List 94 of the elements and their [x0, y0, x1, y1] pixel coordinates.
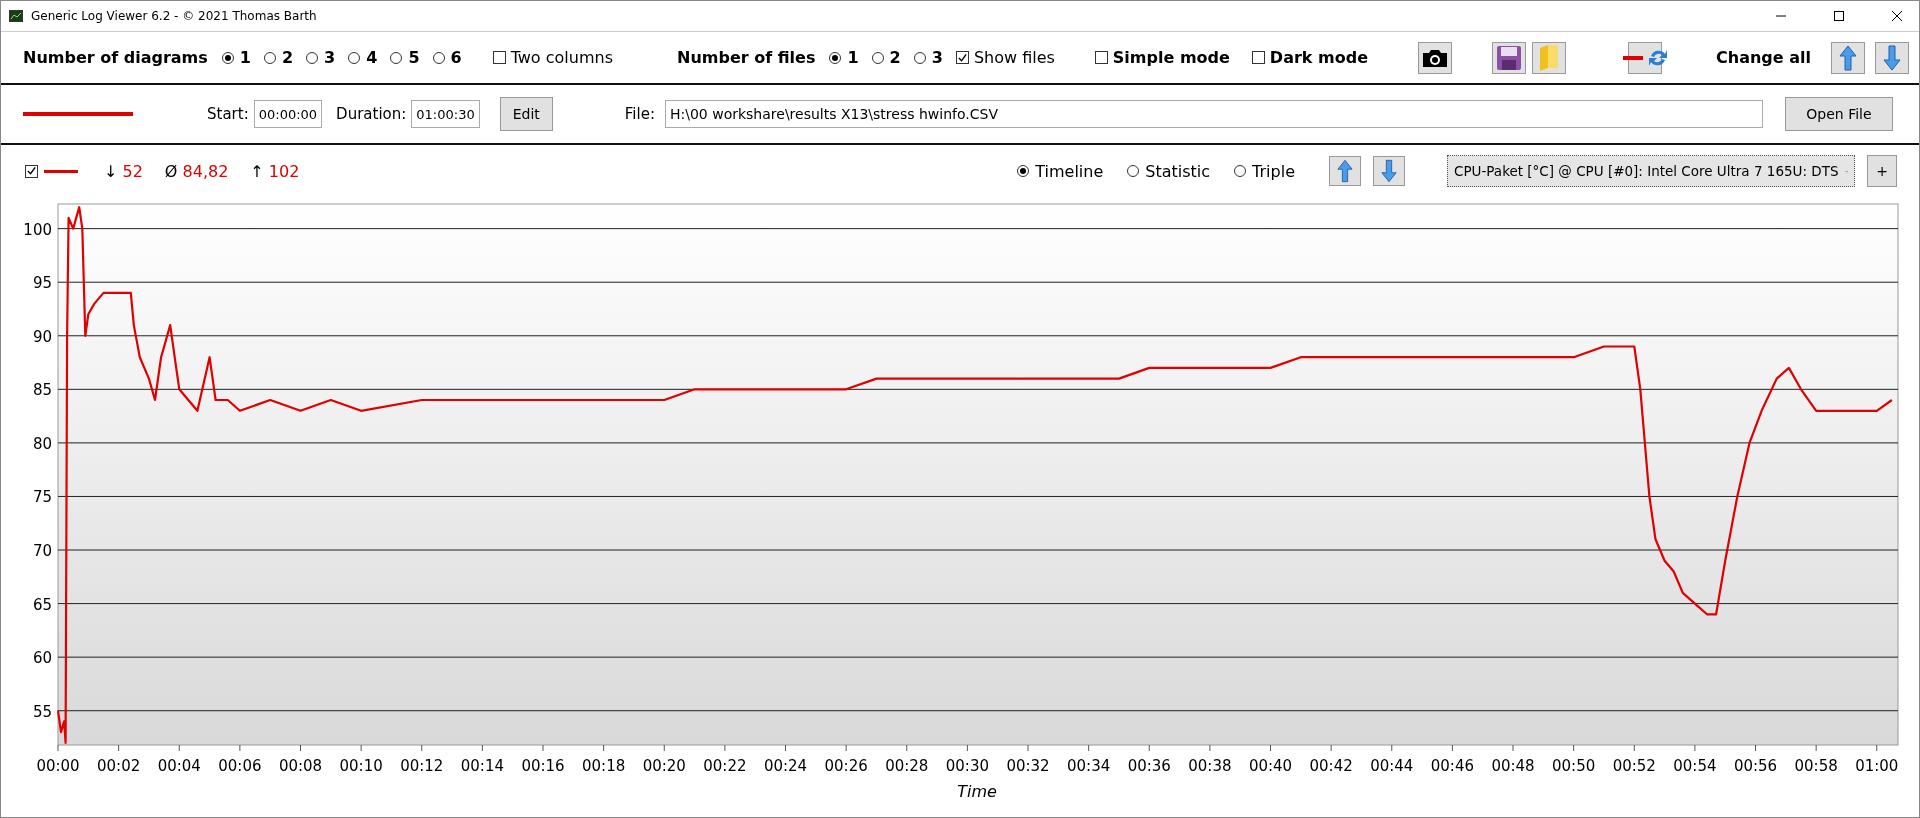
checkmark-icon [956, 51, 968, 64]
move-up-button[interactable] [1329, 156, 1361, 186]
folder-icon [1538, 43, 1560, 72]
x-tick-label: 00:18 [582, 757, 626, 775]
y-tick-label: 60 [32, 649, 52, 668]
files-label: Number of files [677, 48, 816, 67]
x-tick-label: 00:40 [1248, 757, 1293, 775]
x-axis-title: Time [957, 782, 997, 801]
y-tick-label: 75 [32, 488, 52, 507]
open-folder-button[interactable] [1532, 41, 1566, 74]
camera-icon [1421, 47, 1449, 68]
diagram-count-radio[interactable]: 1 [221, 48, 251, 67]
file-count-radio[interactable]: 1 [829, 48, 859, 67]
maximize-icon[interactable] [1833, 10, 1845, 22]
x-tick-label: 00:16 [521, 757, 565, 775]
x-tick-label: 00:26 [824, 757, 868, 775]
arrow-down-icon [1883, 44, 1901, 71]
x-tick-label: 00:06 [218, 757, 262, 775]
y-tick-label: 55 [32, 702, 52, 721]
duration-field[interactable]: 01:00:30 [411, 100, 480, 128]
y-tick-label: 85 [32, 381, 52, 400]
y-tick-label: 95 [32, 274, 52, 293]
simple-mode-checkbox[interactable]: Simple mode [1094, 48, 1230, 67]
x-tick-label: 00:24 [763, 757, 808, 775]
x-tick-label: 00:10 [339, 757, 383, 775]
series-checkbox[interactable] [25, 164, 38, 178]
x-tick-label: 00:14 [460, 757, 504, 775]
x-tick-label: 00:32 [1006, 757, 1050, 775]
diagram-count-radio[interactable]: 5 [390, 48, 420, 67]
x-tick-label: 00:46 [1430, 757, 1474, 775]
arrow-down-icon [1381, 159, 1397, 183]
app-icon [9, 10, 23, 22]
save-button[interactable] [1492, 41, 1526, 74]
x-tick-label: 00:36 [1127, 757, 1171, 775]
file-count-radio[interactable]: 3 [913, 48, 943, 67]
x-tick-label: 00:00 [36, 757, 80, 775]
arrow-up-icon [1839, 44, 1857, 71]
x-tick-label: 00:54 [1673, 757, 1717, 775]
diagram-count-radio[interactable]: 6 [432, 48, 462, 67]
y-tick-label: 65 [32, 595, 52, 614]
x-tick-label: 00:12 [400, 757, 444, 775]
move-up-button[interactable] [1831, 41, 1865, 74]
file-label: File: [624, 105, 655, 123]
diagram-count-radio[interactable]: 4 [348, 48, 378, 67]
x-tick-label: 00:58 [1794, 757, 1838, 775]
start-field[interactable]: 00:00:00 [253, 100, 323, 128]
file-count-radio[interactable]: 2 [871, 48, 901, 67]
x-tick-label: 00:44 [1370, 757, 1414, 775]
view-radio[interactable]: Triple [1234, 161, 1295, 181]
diagram-count-radio[interactable]: 2 [263, 48, 294, 67]
x-tick-label: 00:38 [1188, 757, 1232, 775]
x-tick-label: 00:48 [1491, 757, 1535, 775]
move-down-button[interactable] [1373, 156, 1405, 186]
x-tick-label: 00:28 [885, 757, 929, 775]
x-tick-label: 00:56 [1733, 757, 1778, 775]
start-label: Start: [207, 105, 249, 123]
x-tick-label: 00:20 [642, 757, 686, 775]
move-down-button[interactable] [1875, 41, 1909, 74]
diagrams-label: Number of diagrams [23, 48, 208, 67]
y-tick-label: 70 [32, 542, 52, 561]
show-files-checkbox[interactable]: Show files [955, 48, 1055, 67]
x-tick-label: 00:30 [945, 757, 989, 775]
view-radio[interactable]: Statistic [1127, 161, 1211, 181]
file-path-field[interactable]: H:\00 workshare\results X13\stress hwinfo.CSV [664, 100, 1763, 128]
maximum-value: ↑ 102 [250, 161, 300, 181]
minimum-value: ↓ 52 [104, 161, 143, 181]
x-tick-label: 00:04 [157, 757, 201, 775]
x-tick-label: 00:52 [1612, 757, 1656, 775]
y-tick-label: 100 [23, 220, 52, 239]
x-tick-label: 00:22 [703, 757, 747, 775]
y-tick-label: 80 [32, 434, 52, 453]
view-radio[interactable]: Timeline [1017, 161, 1104, 181]
change-all-label: Change all [1716, 48, 1811, 67]
x-tick-label: 00:08 [278, 757, 323, 775]
x-tick-label: 01:00 [1855, 757, 1899, 775]
checkmark-icon [26, 165, 37, 177]
y-tick-label: 90 [32, 327, 52, 346]
window-title: Generic Log Viewer 6.2 - © 2021 Thomas Barth [31, 9, 317, 23]
x-tick-label: 00:34 [1067, 757, 1111, 775]
x-tick-label: 00:02 [97, 757, 141, 775]
channel-dropdown[interactable]: CPU-Paket [°C] @ CPU [#0]: Intel Core Ultra 7 165U: DTS [1447, 155, 1855, 187]
two-columns-checkbox[interactable]: Two columns [492, 48, 613, 67]
x-tick-label: 00:50 [1552, 757, 1596, 775]
arrow-up-icon [1337, 159, 1353, 183]
dark-mode-checkbox[interactable]: Dark mode [1251, 48, 1368, 67]
x-tick-label: 00:42 [1309, 757, 1353, 775]
diagram-count-radio[interactable]: 3 [306, 48, 336, 67]
edit-button[interactable]: Edit [499, 97, 553, 131]
average-value: Ø 84,82 [164, 161, 229, 181]
open-file-button[interactable]: Open File [1784, 97, 1893, 131]
add-button[interactable]: + [1867, 155, 1897, 187]
screenshot-button[interactable] [1418, 41, 1452, 74]
duration-label: Duration: [336, 105, 407, 123]
close-icon[interactable] [1891, 10, 1903, 22]
